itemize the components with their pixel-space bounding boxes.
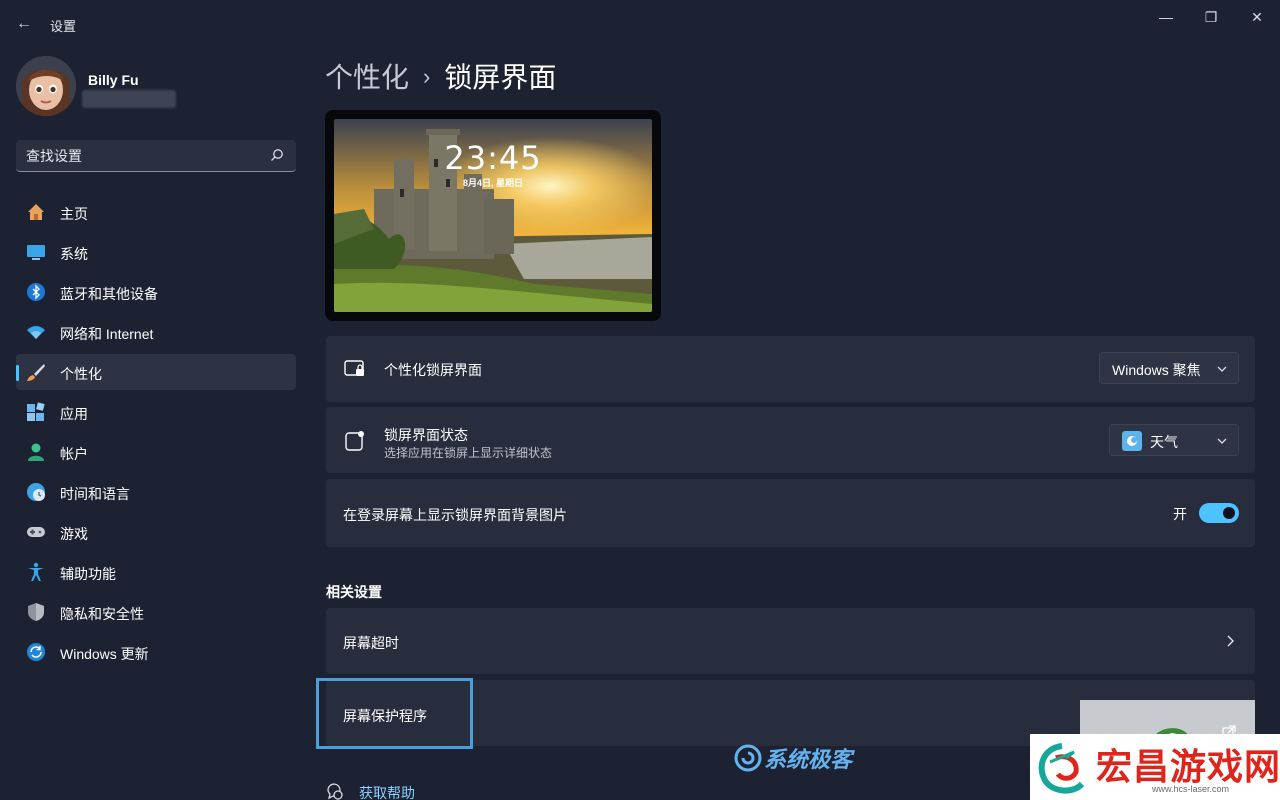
lock-screen-icon [344,360,364,376]
breadcrumb-parent[interactable]: 个性化 [325,62,409,93]
title-bar: ← 设置 — ❐ ✕ [0,0,1280,48]
sidebar-item-apps[interactable]: 应用 [16,394,296,430]
sidebar-nav: 主页 系统 蓝牙和其他设备 网络和 Internet 个性化 应用 帐户 时间和… [16,194,296,674]
sidebar-item-system[interactable]: 系统 [16,234,296,270]
sidebar-item-personalization[interactable]: 个性化 [16,354,296,390]
personalize-lock-screen-card: 个性化锁屏界面 Windows 聚焦 [326,336,1255,402]
apps-icon [27,402,45,421]
watermark-site-name: 系统极客 [764,747,853,772]
chevron-down-icon [1217,438,1227,444]
sidebar-item-label: Windows 更新 [60,646,149,662]
shield-icon [28,603,44,621]
site-logo-icon [734,744,762,772]
toggle-knob [1223,507,1235,519]
sidebar-item-label: 帐户 [60,446,88,462]
window-title: 设置 [50,19,77,34]
breadcrumb: 个性化 › 锁屏界面 [325,56,556,96]
game-site-logo-icon [1038,743,1085,794]
lock-screen-status-dropdown[interactable]: 天气 [1109,424,1239,456]
sidebar-item-windows-update[interactable]: Windows 更新 [16,634,296,670]
search-icon[interactable] [270,148,284,162]
related-settings-heading: 相关设置 [326,584,382,600]
home-icon [28,204,44,220]
accessibility-icon [28,562,44,581]
breadcrumb-separator: › [423,64,431,89]
get-help-link[interactable]: 获取帮助 [326,780,526,800]
watermark-game-site-name: 宏昌游戏网 [1096,746,1280,787]
sidebar-item-accessibility[interactable]: 辅助功能 [16,554,296,590]
minimize-button[interactable]: — [1143,6,1189,28]
signin-background-label: 在登录屏幕上显示锁屏界面背景图片 [343,507,567,523]
sidebar-item-accounts[interactable]: 帐户 [16,434,296,470]
status-icon [345,431,364,451]
watermark-game-site-url: www.hcs-laser.com [1152,784,1230,794]
help-icon [327,783,343,800]
sidebar-item-label: 个性化 [60,366,102,382]
preview-time: 23:45 [444,139,542,177]
lock-screen-type-dropdown[interactable]: Windows 聚焦 [1099,352,1239,384]
screen-timeout-row[interactable]: 屏幕超时 [326,608,1255,674]
user-email-redacted [82,90,176,108]
close-button[interactable]: ✕ [1234,6,1280,28]
sidebar-item-label: 蓝牙和其他设备 [60,286,158,302]
sidebar-item-label: 系统 [60,246,88,262]
sidebar-item-time-language[interactable]: 时间和语言 [16,474,296,510]
brush-icon [27,364,45,381]
maximize-button[interactable]: ❐ [1188,6,1234,28]
user-profile[interactable]: Billy Fu [16,56,296,120]
sidebar-item-privacy[interactable]: 隐私和安全性 [16,594,296,630]
toggle-state-label: 开 [1173,506,1187,522]
back-button[interactable]: ← [12,12,36,36]
time-language-icon [27,483,45,501]
search-input[interactable] [26,140,266,171]
sidebar-item-label: 辅助功能 [60,566,116,582]
signin-background-toggle[interactable] [1199,503,1239,523]
watermark-game-site: 宏昌游戏网 www.hcs-laser.com [1030,734,1280,800]
sidebar-item-label: 应用 [60,406,88,422]
preview-date: 8月4日, 星期日 [462,178,523,188]
dropdown-value: 天气 [1150,434,1178,450]
sidebar-item-label: 网络和 Internet [60,326,154,342]
get-help-label: 获取帮助 [359,785,415,800]
avatar[interactable] [16,56,76,116]
gamepad-icon [27,527,45,537]
chevron-right-icon [1227,635,1234,647]
personalize-lock-screen-label: 个性化锁屏界面 [384,362,482,378]
screen-timeout-label: 屏幕超时 [343,635,399,651]
lock-screen-status-description: 选择应用在锁屏上显示详细状态 [384,446,553,460]
wifi-icon [27,326,45,339]
bluetooth-icon [27,283,45,301]
search-box[interactable] [16,140,296,172]
signin-background-card: 在登录屏幕上显示锁屏界面背景图片 开 [326,479,1255,547]
sidebar-item-label: 主页 [60,206,88,222]
sidebar-item-gaming[interactable]: 游戏 [16,514,296,550]
sidebar-item-bluetooth[interactable]: 蓝牙和其他设备 [16,274,296,310]
dropdown-value: Windows 聚焦 [1112,362,1201,378]
lock-screen-status-card: 锁屏界面状态 选择应用在锁屏上显示详细状态 天气 [326,407,1255,473]
lock-screen-status-label: 锁屏界面状态 [384,427,468,443]
weather-icon [1122,431,1142,451]
page-title: 锁屏界面 [444,62,557,93]
sidebar-item-home[interactable]: 主页 [16,194,296,230]
user-name: Billy Fu [88,72,139,88]
highlight-annotation [316,678,473,749]
sidebar-item-label: 时间和语言 [60,486,130,502]
update-icon [27,643,45,661]
system-icon [27,245,45,260]
lock-screen-preview: 23:45 8月4日, 星期日 [325,110,661,321]
sidebar-item-label: 隐私和安全性 [60,606,144,622]
sidebar-item-label: 游戏 [60,526,88,542]
sidebar-item-network[interactable]: 网络和 Internet [16,314,296,350]
chevron-down-icon [1217,366,1227,372]
account-icon [28,443,44,461]
lock-screen-image: 23:45 8月4日, 星期日 [334,119,652,312]
